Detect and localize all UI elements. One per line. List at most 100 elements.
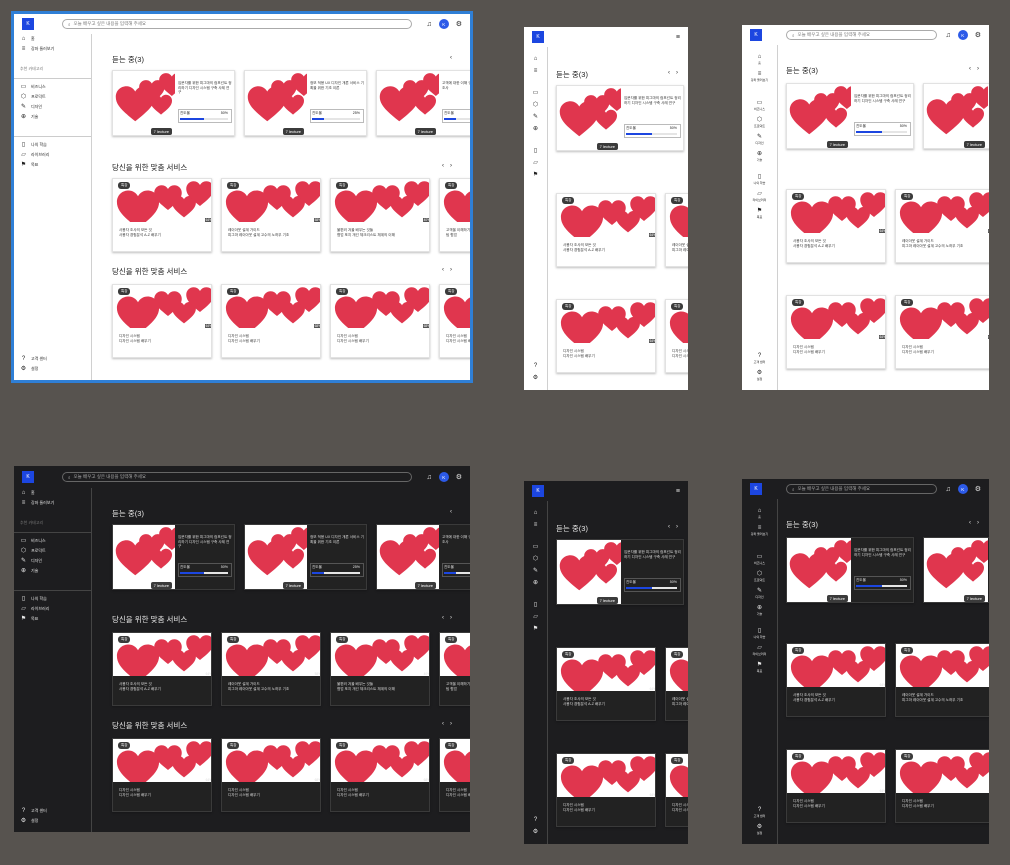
recommended-card[interactable]: 특강 30% 고객을 이해하기팀 협업: [439, 178, 470, 252]
recommended-card[interactable]: 특강 64% 사용자 조사의 모든 것 사용자 경험분석 A-Z 배우기: [112, 178, 212, 252]
sidebar-item-help[interactable]: ? 고객 센터: [742, 350, 777, 367]
carousel-arrows[interactable]: ‹: [450, 55, 458, 61]
recommended-card[interactable]: 특강 64% 디자인 시스템 디자인 시스템 배우기: [112, 284, 212, 358]
recommended-card[interactable]: 특강 58% 레이아웃 설계 가이드피그마 레이아웃 설계 고수의 노하우 기초: [221, 178, 321, 252]
avatar[interactable]: K: [438, 19, 449, 29]
sidebar-item-business[interactable]: ▭: [524, 541, 547, 553]
carousel-arrows[interactable]: ‹›: [442, 615, 458, 621]
sidebar-item-business[interactable]: ▭ 비즈니스: [14, 82, 91, 92]
sidebar-item-my-learning[interactable]: ▯ 나의 학습: [742, 625, 777, 642]
recommended-card[interactable]: 특강 64% 사용자 조사의 모든 것 사용자 경험분석 A-Z 배우기: [786, 643, 886, 717]
sidebar-item-goals[interactable]: ⚑ 목표: [14, 614, 91, 624]
app-logo[interactable]: K: [22, 18, 34, 30]
avatar[interactable]: K: [957, 484, 968, 494]
listening-card[interactable]: 7 lecture 고객에 대한 이해 구축하기 사용자 조사 진도율 25%: [376, 524, 470, 590]
sidebar-item-tech[interactable]: ⊕ 기술: [742, 148, 777, 165]
sidebar-item-design[interactable]: ✎ 디자인: [14, 102, 91, 112]
sidebar-item-help[interactable]: ? 고객 센터: [742, 804, 777, 821]
sidebar-item-product[interactable]: ⬡: [524, 553, 547, 565]
sidebar-item-library[interactable]: ▱: [524, 157, 547, 169]
sidebar-item-browse[interactable]: ≡ 강좌 둘러보기: [14, 498, 91, 508]
listening-card[interactable]: 7 lecture 입문자를 위한 피그마의 컴포넌트 정리하기 디자인 시스템…: [556, 539, 684, 605]
sidebar-item-product[interactable]: ⬡ 프로덕트: [14, 546, 91, 556]
sidebar-item-goals[interactable]: ⚑ 목표: [742, 205, 777, 222]
sidebar-item-library[interactable]: ▱ 라이브러리: [742, 642, 777, 659]
recommended-card[interactable]: 특강 68% 디자인 시스템디자인 시스템 배우기: [439, 738, 470, 812]
listening-card[interactable]: 7 lecture 입문자를 위한 피그마의 컴포넌트 정리하기 디자인 시스템…: [786, 83, 914, 149]
recommended-card[interactable]: 특강 64% 사용자 조사의 모든 것 사용자 경험분석 A-Z 배우기: [786, 189, 886, 263]
recommended-card[interactable]: 특강 68% 디자인 시스템디자인 시스템 배우기: [221, 738, 321, 812]
sidebar-item-browse[interactable]: ≡: [524, 65, 547, 77]
sidebar-item-tech[interactable]: ⊕: [524, 577, 547, 589]
sidebar-item-home[interactable]: ⌂: [524, 53, 547, 65]
bell-icon[interactable]: ♫: [945, 486, 950, 493]
recommended-card[interactable]: 특강 68% 디자인 시스템디자인 시스템 배우기: [330, 284, 430, 358]
sidebar-item-browse[interactable]: ≡ 강좌 둘러보기: [742, 68, 777, 85]
listening-card[interactable]: 7 lecture 정보 적용 UX 디자인 개론 서비스 기획을 위한 기초 …: [244, 524, 367, 590]
recommended-card[interactable]: 특강 68% 디자인 시스템디자인 시스템 배우기: [439, 284, 470, 358]
listening-card[interactable]: 7 lecture 고객에 대한 이해 구축하기 사용자 조사 진도율 25%: [376, 70, 470, 136]
carousel-arrows[interactable]: ‹›: [442, 721, 458, 727]
bell-icon[interactable]: ♫: [426, 21, 431, 28]
gear-icon[interactable]: ⚙: [456, 474, 462, 481]
carousel-arrows[interactable]: ‹›: [969, 66, 985, 72]
recommended-card[interactable]: 특강 64% 디자인 시스템 디자인 시스템 배우기: [556, 299, 656, 373]
recommended-card[interactable]: 특강 58% 레이아웃 설계 가이드피그마 레이아웃 설계 고수의 노하우 기초: [665, 647, 688, 721]
search-input[interactable]: ⌕ 오늘 배우고 싶은 내용을 입력해 주세요: [786, 484, 938, 494]
carousel-arrows[interactable]: ‹›: [969, 520, 985, 526]
app-logo[interactable]: K: [750, 483, 762, 495]
bell-icon[interactable]: ♫: [426, 474, 431, 481]
sidebar-item-tech[interactable]: ⊕ 기술: [742, 602, 777, 619]
recommended-card[interactable]: 특강 64% 사용자 조사의 모든 것 사용자 경험분석 A-Z 배우기: [556, 193, 656, 267]
avatar[interactable]: K: [438, 472, 449, 482]
gear-icon[interactable]: ⚙: [975, 32, 981, 39]
bell-icon[interactable]: ♫: [945, 32, 950, 39]
sidebar-item-product[interactable]: ⬡: [524, 99, 547, 111]
sidebar-item-business[interactable]: ▭: [524, 87, 547, 99]
app-logo[interactable]: K: [532, 31, 544, 43]
recommended-card[interactable]: 특강 64% 사용자 조사의 모든 것 사용자 경험분석 A-Z 배우기: [556, 647, 656, 721]
gear-icon[interactable]: ⚙: [975, 486, 981, 493]
sidebar-item-tech[interactable]: ⊕ 기술: [14, 566, 91, 576]
recommended-card[interactable]: 특강 64% 디자인 시스템 디자인 시스템 배우기: [786, 295, 886, 369]
sidebar-item-design[interactable]: ✎ 디자인: [14, 556, 91, 566]
sidebar-item-help[interactable]: ?: [524, 360, 547, 372]
sidebar-item-my-learning[interactable]: ▯: [524, 145, 547, 157]
sidebar-item-browse[interactable]: ≡ 강좌 둘러보기: [14, 44, 91, 54]
carousel-arrows[interactable]: ‹: [450, 509, 458, 515]
recommended-card[interactable]: 특강 68% 디자인 시스템디자인 시스템 배우기: [221, 284, 321, 358]
sidebar-item-settings[interactable]: ⚙ 설정: [14, 364, 91, 374]
sidebar-item-goals[interactable]: ⚑ 목표: [14, 160, 91, 170]
recommended-card[interactable]: 특강 58% 레이아웃 설계 가이드피그마 레이아웃 설계 고수의 노하우 기초: [221, 632, 321, 706]
sidebar-item-browse[interactable]: ≡ 강좌 둘러보기: [742, 522, 777, 539]
search-input[interactable]: ⌕ 오늘 배우고 싶은 내용을 입력해 주세요: [62, 472, 413, 482]
recommended-card[interactable]: 특강 40% 불편러 겨울 배우는 것들 협업 포지 개선 체크리스트 체계의 이…: [330, 632, 430, 706]
sidebar-item-my-learning[interactable]: ▯ 나의 학습: [14, 140, 91, 150]
app-logo[interactable]: K: [22, 471, 34, 483]
recommended-card[interactable]: 특강 64% 사용자 조사의 모든 것 사용자 경험분석 A-Z 배우기: [112, 632, 212, 706]
listening-card[interactable]: 7 lecture 정보 적용 UX 디자인 개론 서비스 기획을 위한 기초 …: [923, 83, 989, 149]
sidebar-item-settings[interactable]: ⚙: [524, 372, 547, 384]
listening-card[interactable]: 7 lecture 입문자를 위한 피그마의 컴포넌트 정리하기 디자인 시스템…: [786, 537, 914, 603]
recommended-card[interactable]: 특강 68% 디자인 시스템디자인 시스템 배우기: [330, 738, 430, 812]
gear-icon[interactable]: ⚙: [456, 21, 462, 28]
sidebar-item-my-learning[interactable]: ▯ 나의 학습: [14, 594, 91, 604]
sidebar-item-goals[interactable]: ⚑ 목표: [742, 659, 777, 676]
recommended-card[interactable]: 특강 68% 디자인 시스템디자인 시스템 배우기: [665, 299, 688, 373]
listening-card[interactable]: 7 lecture 정보 적용 UX 디자인 개론 서비스 기획을 위한 기초 …: [244, 70, 367, 136]
recommended-card[interactable]: 특강 58% 레이아웃 설계 가이드피그마 레이아웃 설계 고수의 노하우 기초: [895, 189, 989, 263]
recommended-card[interactable]: 특강 40% 불편러 겨울 배우는 것들 협업 포지 개선 체크리스트 체계의 이…: [330, 178, 430, 252]
recommended-card[interactable]: 특강 68% 디자인 시스템디자인 시스템 배우기: [665, 753, 688, 827]
search-input[interactable]: ⌕ 오늘 배우고 싶은 내용을 입력해 주세요: [786, 30, 938, 40]
avatar[interactable]: K: [957, 30, 968, 40]
sidebar-item-business[interactable]: ▭ 비즈니스: [742, 97, 777, 114]
sidebar-item-settings[interactable]: ⚙: [524, 826, 547, 838]
recommended-card[interactable]: 특강 58% 레이아웃 설계 가이드피그마 레이아웃 설계 고수의 노하우 기초: [895, 643, 989, 717]
sidebar-item-design[interactable]: ✎: [524, 111, 547, 123]
sidebar-item-settings[interactable]: ⚙ 설정: [742, 821, 777, 838]
sidebar-item-home[interactable]: ⌂ 홈: [14, 34, 91, 44]
sidebar-item-home[interactable]: ⌂ 홈: [742, 505, 777, 522]
carousel-arrows[interactable]: ‹›: [668, 70, 684, 76]
recommended-card[interactable]: 특강 58% 레이아웃 설계 가이드피그마 레이아웃 설계 고수의 노하우 기초: [665, 193, 688, 267]
carousel-arrows[interactable]: ‹›: [442, 267, 458, 273]
